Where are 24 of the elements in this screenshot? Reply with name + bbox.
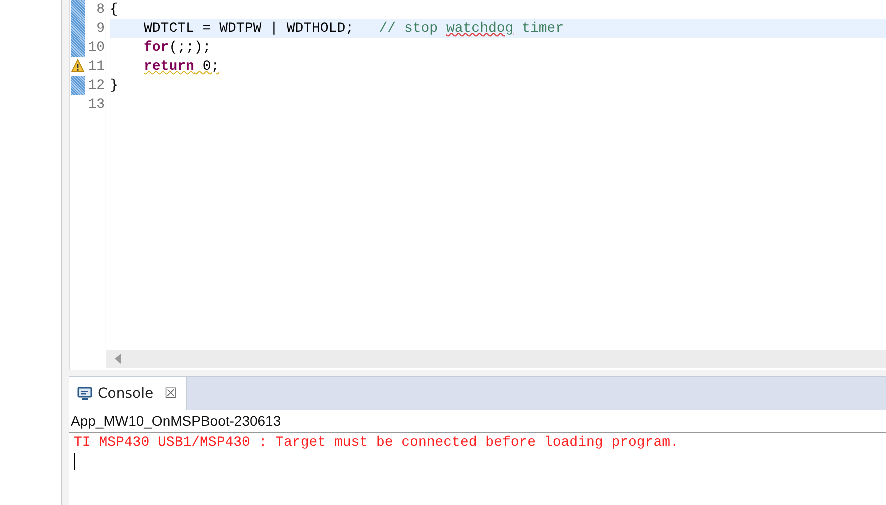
code-token: (;;);: [169, 40, 212, 56]
monitor-icon: [77, 386, 93, 402]
code-token: WDTCTL = WDTPW | WDTHOLD;: [144, 20, 356, 36]
code-token: }: [110, 78, 118, 94]
line-number: 11: [87, 58, 106, 74]
line-number: 13: [87, 96, 106, 112]
scroll-left-icon[interactable]: [114, 354, 122, 364]
console-title: App_MW10_OnMSPBoot-230613: [69, 410, 886, 433]
line-number: 12: [87, 78, 106, 94]
horizontal-scrollbar[interactable]: [106, 350, 886, 368]
console-tab[interactable]: Console ☒: [69, 377, 188, 410]
code-token: return: [144, 58, 194, 74]
code-token: watchdog: [446, 20, 514, 36]
line-number: 8: [96, 2, 106, 18]
close-button[interactable]: ☒: [164, 386, 178, 402]
line-number: 10: [87, 40, 106, 56]
code-token: {: [110, 2, 118, 18]
code-token: 0;: [202, 58, 220, 74]
code-token: // stop: [379, 20, 440, 36]
text-cursor: [74, 453, 75, 470]
console-output: TI MSP430 USB1/MSP430 : Target must be connected before loading program.: [74, 435, 680, 451]
code-token: timer: [521, 20, 564, 36]
line-number: 9: [96, 20, 106, 36]
code-token: for: [144, 40, 170, 56]
